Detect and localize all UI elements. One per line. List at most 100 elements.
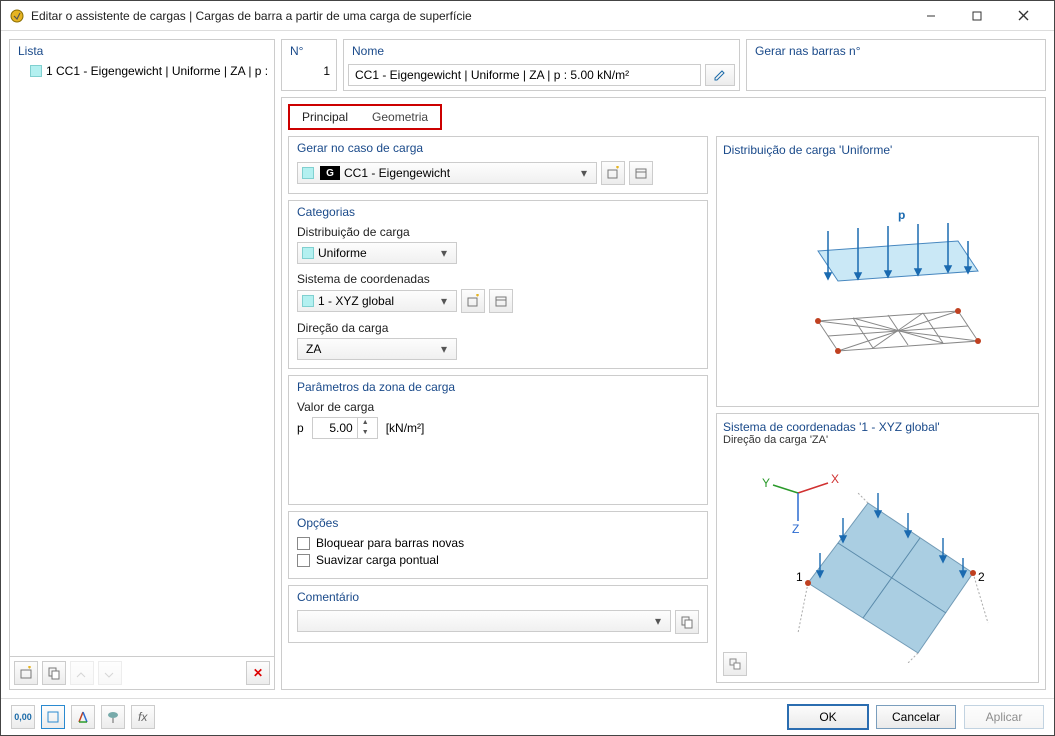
loadcase-value: CC1 - Eigengewicht [344,166,576,180]
tool-button-4 [98,661,122,685]
number-label: N° [282,40,336,60]
tab-bar: Principal Geometria [288,104,442,130]
checkbox-box [297,554,310,567]
spin-down[interactable]: ▼ [358,428,373,438]
delete-item-button[interactable]: ✕ [246,661,270,685]
edit-name-button[interactable] [705,64,735,86]
app-icon [9,8,25,24]
p-label-svg: p [898,208,905,222]
group-categorias: Categorias Distribuição de carga Uniform… [288,200,708,369]
param-title: Parâmetros da zona de carga [297,380,699,394]
main-column: N° Nome Gerar nas barras n° Pri [281,39,1046,690]
checkbox-suavizar[interactable]: Suavizar carga pontual [297,553,699,567]
number-input[interactable] [282,60,336,82]
preview-coord-body: X Y Z [723,420,1032,677]
coord-value: 1 - XYZ global [318,294,436,308]
render-button[interactable] [101,705,125,729]
tool-button-3 [70,661,94,685]
preview-dist-body: p [723,143,1032,400]
svg-text:2: 2 [978,570,985,584]
generate-input[interactable] [747,60,1045,82]
minimize-button[interactable] [908,1,954,31]
opcoes-title: Opções [297,516,699,530]
p-symbol: p [297,421,304,435]
function-button[interactable]: fx [131,705,155,729]
units-button[interactable]: 0,00 [11,705,35,729]
tab-content: Gerar no caso de carga G CC1 - Eigengewi… [282,130,1045,689]
p-value-input[interactable] [313,421,357,435]
model-button[interactable] [71,705,95,729]
chevron-down-icon: ▾ [436,342,452,356]
tab-panel: Principal Geometria Gerar no caso de car… [281,97,1046,690]
loadcase-lib-button[interactable] [629,161,653,185]
dir-value: ZA [302,342,436,356]
chevron-down-icon: ▾ [436,246,452,260]
ok-button[interactable]: OK [788,705,868,729]
preview-column: Distribuição de carga 'Uniforme' p [716,136,1039,683]
list-body: 1 CC1 - Eigengewicht | Uniforme | ZA | p… [10,60,274,656]
name-input[interactable] [348,64,701,86]
preview-distribution: Distribuição de carga 'Uniforme' p [716,136,1039,407]
spin-up[interactable]: ▲ [358,418,373,428]
gerar-title: Gerar no caso de carga [297,141,699,155]
number-panel: N° [281,39,337,91]
left-column: Lista 1 CC1 - Eigengewicht | Uniforme | … [9,39,275,690]
p-value-spinner[interactable]: ▲▼ [312,417,378,439]
color-swatch-icon [30,65,42,77]
dist-value: Uniforme [318,246,436,260]
color-swatch-icon [302,295,314,307]
maximize-button[interactable] [954,1,1000,31]
window-title: Editar o assistente de cargas | Cargas d… [31,9,908,23]
cancel-button[interactable]: Cancelar [876,705,956,729]
comentario-dropdown[interactable]: ▾ [297,610,671,632]
close-button[interactable] [1000,1,1046,31]
list-item[interactable]: 1 CC1 - Eigengewicht | Uniforme | ZA | p… [12,62,272,80]
copy-item-button[interactable] [42,661,66,685]
apply-button: Aplicar [964,705,1044,729]
coord-new-button[interactable] [461,289,485,313]
generate-panel: Gerar nas barras n° [746,39,1046,91]
dir-dropdown[interactable]: ZA ▾ [297,338,457,360]
checkbox-label: Bloquear para barras novas [316,536,464,550]
dist-dropdown[interactable]: Uniforme ▾ [297,242,457,264]
comentario-lib-button[interactable] [675,610,699,634]
bottom-bar: 0,00 fx OK Cancelar Aplicar [1,698,1054,735]
content-area: Lista 1 CC1 - Eigengewicht | Uniforme | … [1,31,1054,698]
group-gerar: Gerar no caso de carga G CC1 - Eigengewi… [288,136,708,194]
svg-text:X: X [831,472,839,486]
svg-text:Z: Z [792,522,799,536]
titlebar: Editar o assistente de cargas | Cargas d… [1,1,1054,31]
coord-label: Sistema de coordenadas [297,272,699,286]
checkbox-box [297,537,310,550]
tab-geometria[interactable]: Geometria [360,106,440,128]
loadcase-dropdown[interactable]: G CC1 - Eigengewicht ▾ [297,162,597,184]
dir-label: Direção da carga [297,321,699,335]
list-item-text: 1 CC1 - Eigengewicht | Uniforme | ZA | p… [46,64,272,78]
view-button[interactable] [41,705,65,729]
comentario-title: Comentário [297,590,699,604]
group-parametros: Parâmetros da zona de carga Valor de car… [288,375,708,505]
chevron-down-icon: ▾ [576,166,592,180]
checkbox-label: Suavizar carga pontual [316,553,439,567]
tab-principal[interactable]: Principal [290,106,360,128]
group-opcoes: Opções Bloquear para barras novas Suaviz… [288,511,708,579]
chevron-down-icon: ▾ [436,294,452,308]
coord-lib-button[interactable] [489,289,513,313]
svg-text:Y: Y [762,476,770,490]
p-unit: [kN/m²] [386,421,425,435]
new-item-button[interactable] [14,661,38,685]
color-swatch-icon [302,247,314,259]
preview-coord: Sistema de coordenadas '1 - XYZ global' … [716,413,1039,684]
header-row: N° Nome Gerar nas barras n° [281,39,1046,91]
coord-dropdown[interactable]: 1 - XYZ global ▾ [297,290,457,312]
name-label: Nome [344,40,739,60]
group-comentario: Comentário ▾ [288,585,708,643]
categorias-title: Categorias [297,205,699,219]
loadcase-new-button[interactable] [601,161,625,185]
coord-diagram-icon: X Y Z [748,463,1008,663]
list-toolbar: ✕ [10,656,274,689]
checkbox-bloquear[interactable]: Bloquear para barras novas [297,536,699,550]
svg-text:fx: fx [138,710,148,724]
preview-settings-button[interactable] [723,652,747,676]
valor-label: Valor de carga [297,400,699,414]
